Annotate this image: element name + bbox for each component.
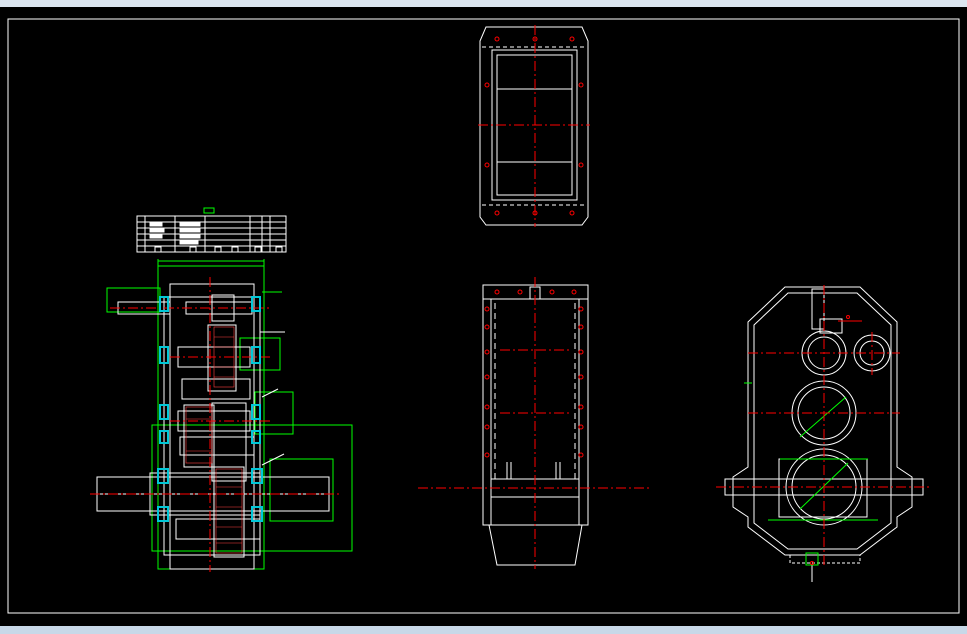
gearbox-section-view — [90, 259, 353, 572]
housing-front-view — [418, 277, 650, 569]
housing-top-view — [478, 25, 590, 227]
cad-drawing-canvas[interactable] — [0, 7, 967, 626]
window-bottom-bar — [0, 626, 967, 634]
title-block-table — [136, 207, 287, 253]
cad-drawing-viewport[interactable] — [0, 7, 967, 626]
housing-side-view — [716, 285, 930, 582]
